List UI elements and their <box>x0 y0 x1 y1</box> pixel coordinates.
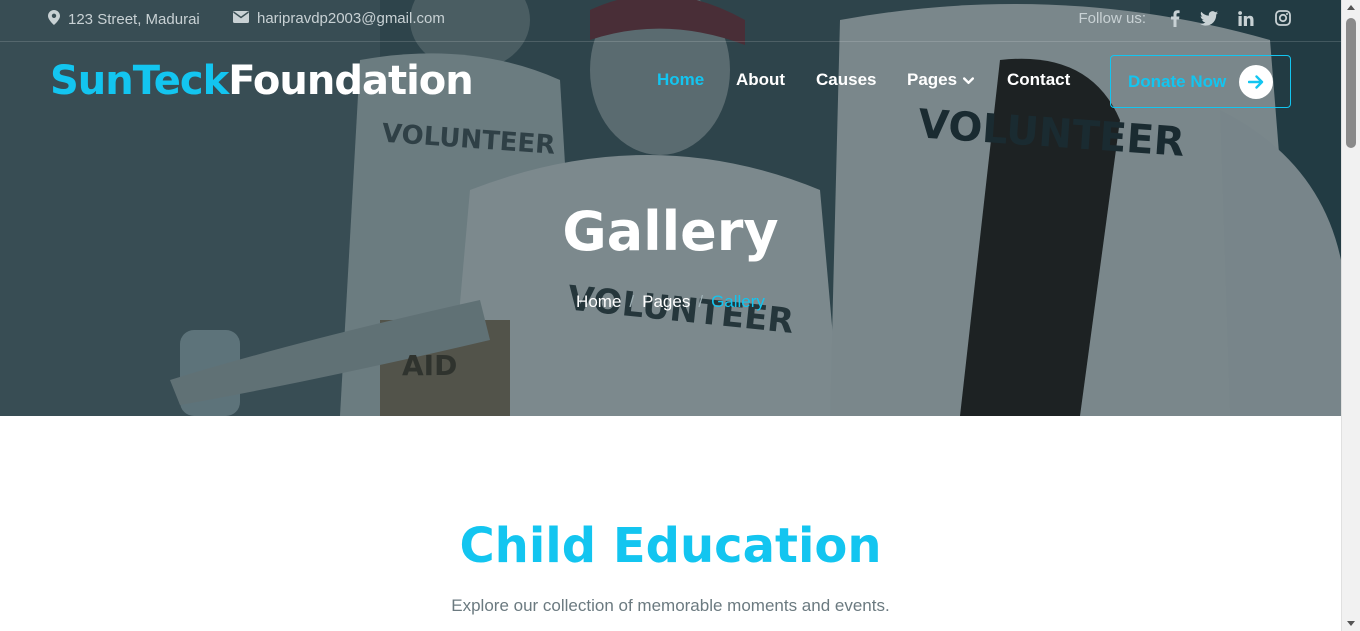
nav-about[interactable]: About <box>736 70 785 90</box>
breadcrumb-separator: / <box>698 292 704 311</box>
chevron-down-icon <box>963 70 975 90</box>
breadcrumb-home[interactable]: Home <box>576 292 621 311</box>
top-bar: 123 Street, Madurai haripravdp2003@gmail… <box>0 0 1341 42</box>
facebook-icon[interactable] <box>1165 8 1185 28</box>
envelope-icon <box>233 10 249 27</box>
follow-us-label: Follow us: <box>1078 10 1146 27</box>
brand-name-part1: SunTeck <box>50 58 229 104</box>
address-item: 123 Street, Madurai <box>48 10 200 29</box>
linkedin-icon[interactable] <box>1236 8 1256 28</box>
page-scrollbar[interactable] <box>1341 0 1360 631</box>
page: VOLUNTEER VOLUNTEER VOLUNTEER AID 123 St… <box>0 0 1341 631</box>
nav-home[interactable]: Home <box>657 70 704 90</box>
section-subtitle: Explore our collection of memorable mome… <box>451 596 890 615</box>
breadcrumb: Home / Pages / Gallery <box>0 292 1341 312</box>
instagram-icon[interactable] <box>1273 8 1293 28</box>
nav-pages[interactable]: Pages <box>907 70 975 90</box>
nav-pages-label: Pages <box>907 70 958 89</box>
twitter-icon[interactable] <box>1199 8 1219 28</box>
scrollbar-thumb[interactable] <box>1346 18 1356 148</box>
email-item[interactable]: haripravdp2003@gmail.com <box>233 10 445 27</box>
donate-now-button[interactable]: Donate Now <box>1110 55 1291 108</box>
breadcrumb-separator: / <box>629 292 635 311</box>
brand-logo[interactable]: SunTeckFoundation <box>50 58 474 104</box>
arrow-right-icon <box>1239 65 1273 99</box>
breadcrumb-current: Gallery <box>711 292 765 311</box>
page-title: Gallery <box>562 200 779 263</box>
address-text: 123 Street, Madurai <box>68 11 200 28</box>
scroll-down-arrow-icon[interactable] <box>1347 621 1355 626</box>
scroll-up-arrow-icon[interactable] <box>1347 5 1355 10</box>
donate-now-label: Donate Now <box>1128 71 1227 91</box>
hero-banner: VOLUNTEER VOLUNTEER VOLUNTEER AID 123 St… <box>0 0 1341 416</box>
nav-causes[interactable]: Causes <box>816 70 876 90</box>
map-marker-icon <box>48 10 60 29</box>
nav-contact[interactable]: Contact <box>1007 70 1070 90</box>
breadcrumb-pages[interactable]: Pages <box>642 292 690 311</box>
email-text[interactable]: haripravdp2003@gmail.com <box>257 10 445 27</box>
section-title: Child Education <box>459 518 882 574</box>
main-navbar: SunTeckFoundation Home About Causes Page… <box>0 42 1341 122</box>
brand-name-part2: Foundation <box>228 58 474 104</box>
